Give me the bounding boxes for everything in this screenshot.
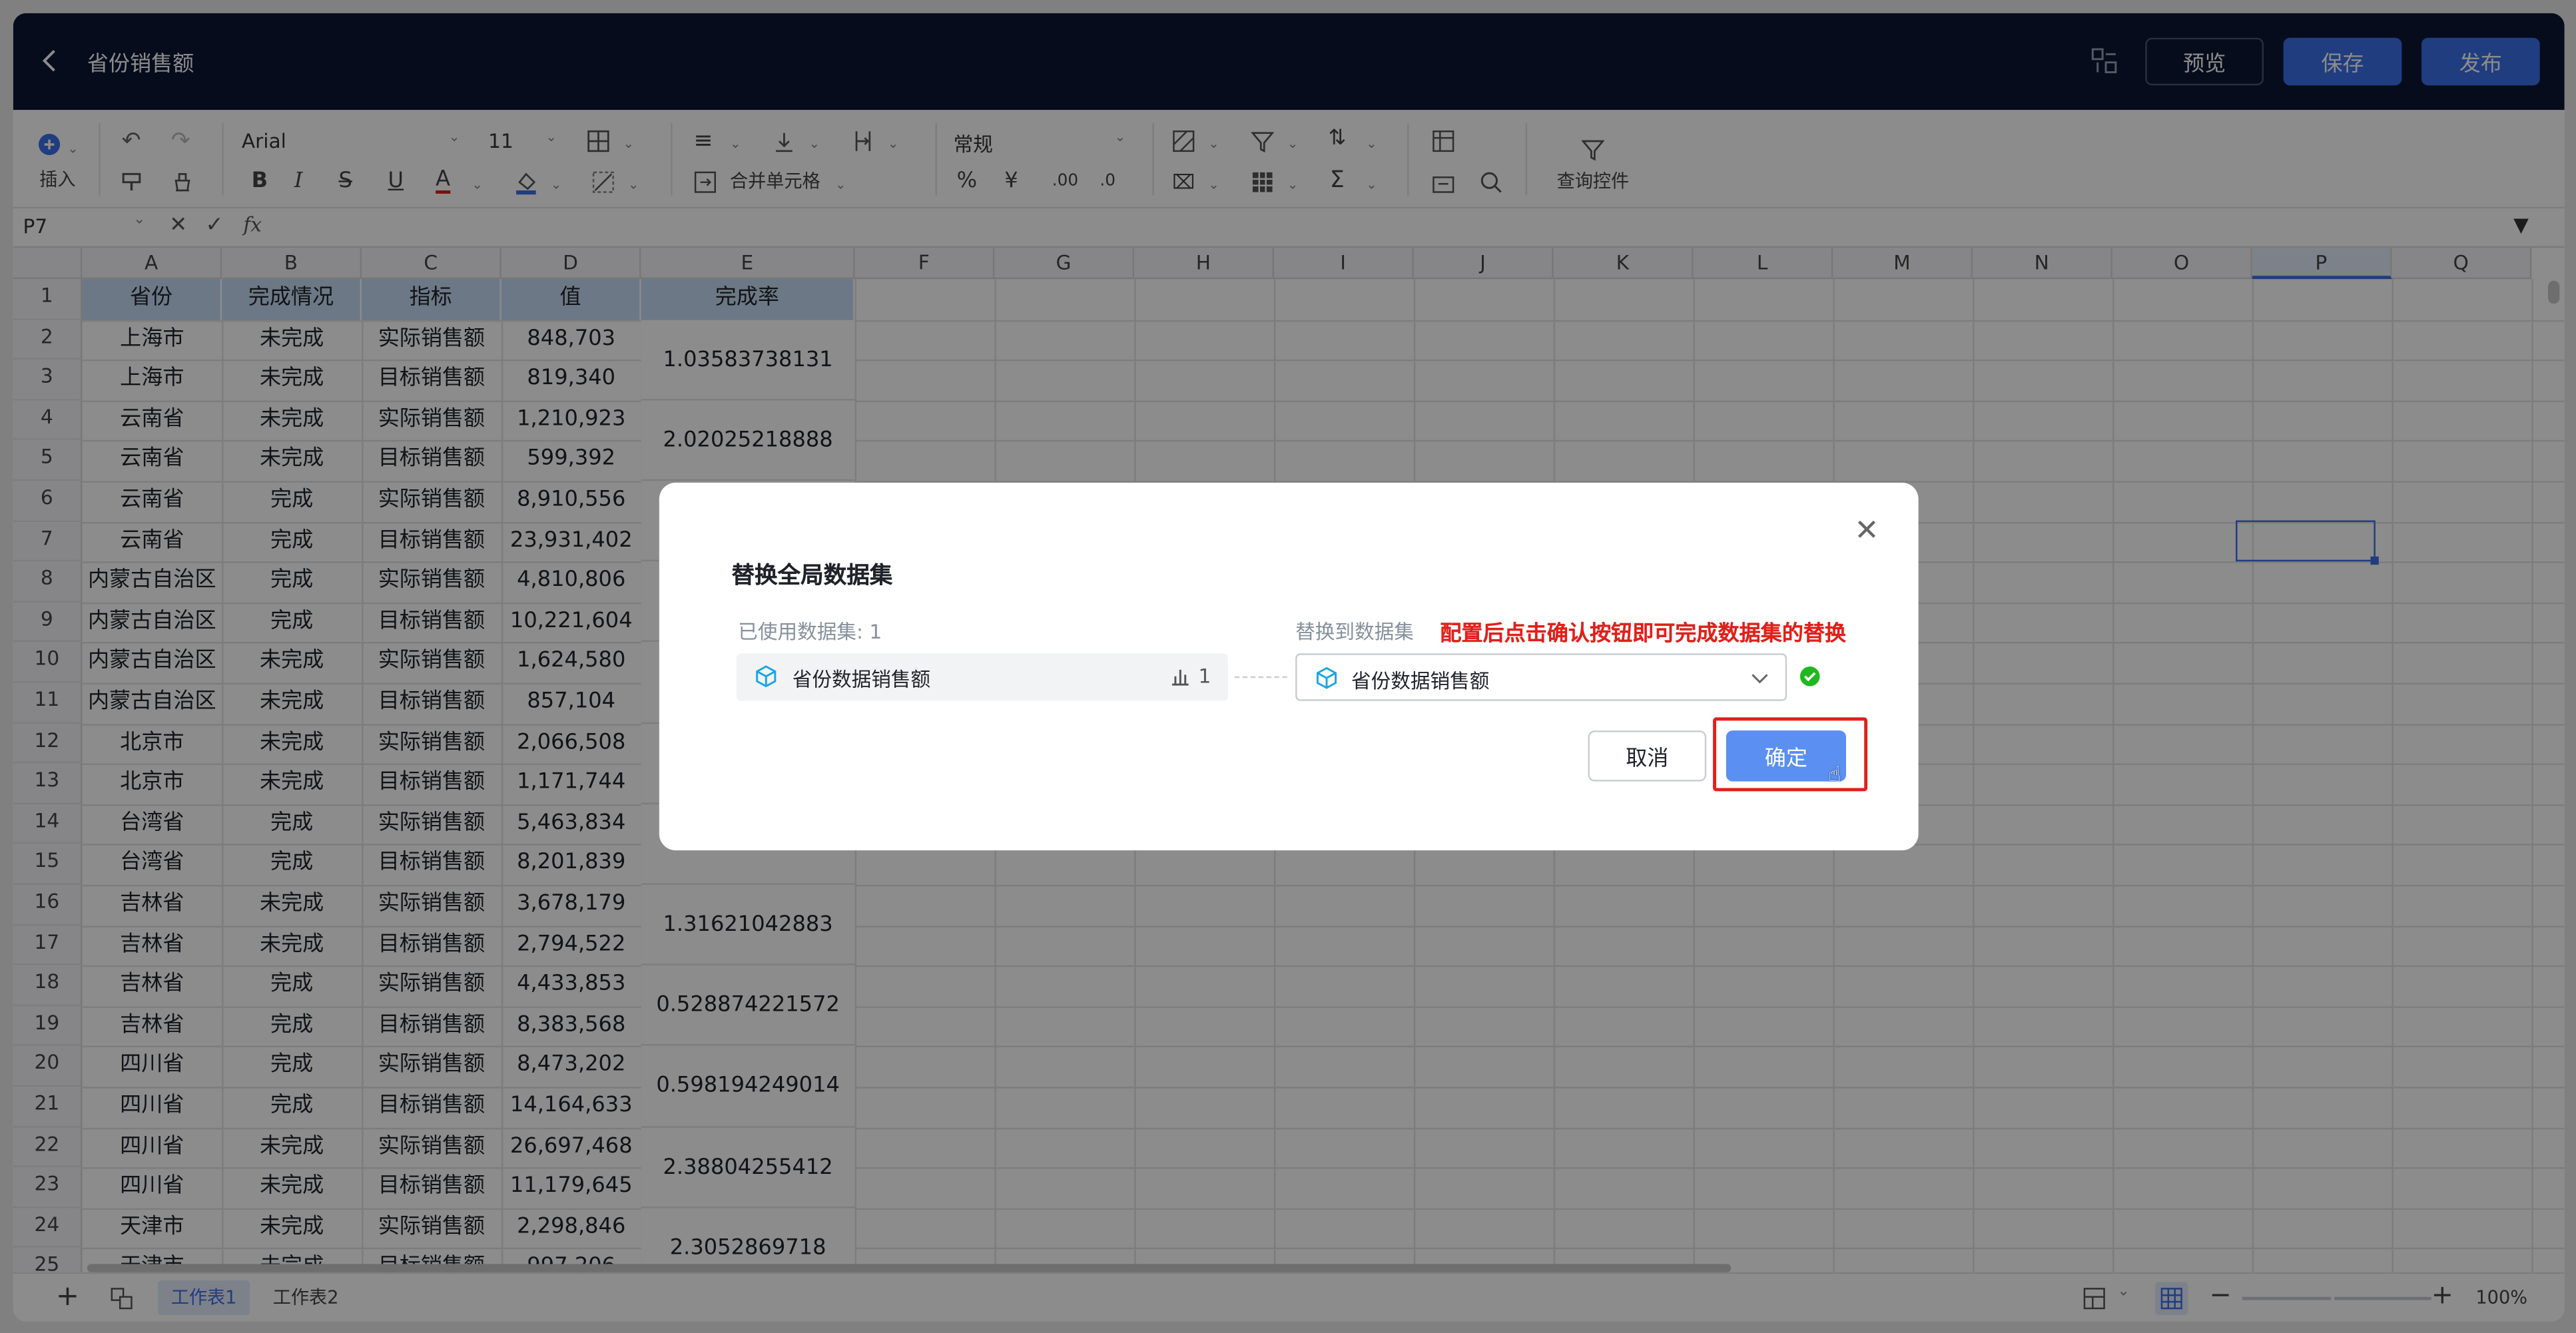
success-check-icon [1799, 666, 1820, 686]
hint-text: 配置后点击确认按钮即可完成数据集的替换 [1440, 622, 1847, 647]
used-count: 1 [1198, 665, 1211, 688]
hand-cursor-icon: ☝ [1827, 763, 1841, 788]
bar-chart-icon [1171, 669, 1189, 686]
target-dataset-select[interactable]: 省份数据销售额 [1295, 653, 1787, 701]
replace-to-label: 替换到数据集 [1295, 620, 1414, 644]
cancel-button[interactable]: 取消 [1588, 730, 1707, 782]
target-dataset-name: 省份数据销售额 [1351, 669, 1490, 693]
replace-dataset-dialog: ✕ 替换全局数据集 已使用数据集: 1 省份数据销售额 1 替换到数据集 配置后… [659, 482, 1919, 851]
dataset-cube-icon [756, 665, 777, 688]
close-icon[interactable]: ✕ [1854, 514, 1879, 549]
dialog-title: 替换全局数据集 [731, 563, 893, 590]
connector-line [1234, 676, 1287, 678]
used-dataset-label: 已使用数据集: 1 [738, 620, 882, 644]
used-dataset-item: 省份数据销售额 1 [736, 653, 1228, 701]
used-dataset-name: 省份数据销售额 [792, 668, 931, 691]
chevron-down-icon [1752, 674, 1768, 684]
dataset-cube-icon [1316, 666, 1337, 689]
